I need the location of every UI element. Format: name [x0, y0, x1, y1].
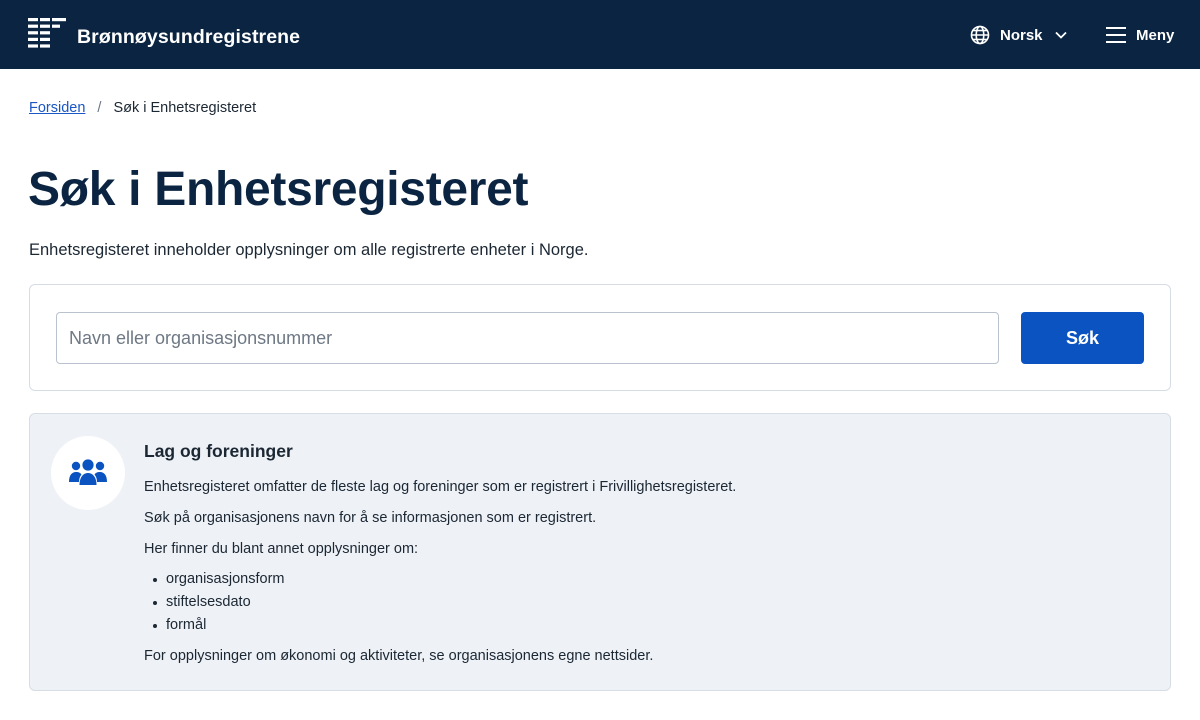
list-item: stiftelsesdato [144, 591, 1144, 614]
hamburger-icon [1106, 27, 1126, 43]
info-content: Lag og foreninger Enhetsregisteret omfat… [144, 441, 1144, 679]
search-input[interactable] [56, 312, 999, 364]
users-icon [69, 459, 107, 485]
breadcrumb-home-link[interactable]: Forsiden [29, 100, 85, 116]
list-item: formål [144, 614, 1144, 637]
info-title: Lag og foreninger [144, 441, 293, 461]
breadcrumb-current: Søk i Enhetsregisteret [113, 100, 257, 116]
logo-icon [28, 18, 66, 48]
chevron-down-icon [1054, 31, 1067, 39]
brand-link[interactable]: Brønnøysundregistrene [28, 17, 300, 49]
breadcrumb: Forsiden / Søk i Enhetsregisteret [29, 100, 256, 116]
info-paragraph: Her finner du blant annet opplysninger o… [144, 541, 419, 557]
list-item: organisasjonsform [144, 568, 1144, 591]
menu-label: Meny [1136, 26, 1175, 44]
globe-icon [970, 25, 990, 45]
info-icon-badge [51, 436, 125, 510]
info-list: organisasjonsform stiftelsesdato formål [144, 568, 1144, 637]
info-paragraph: Enhetsregisteret omfatter de fleste lag … [144, 479, 737, 495]
breadcrumb-separator: / [97, 100, 102, 116]
search-button[interactable]: Søk [1021, 312, 1144, 364]
brand-name: Brønnøysundregistrene [77, 26, 301, 48]
page-lead: Enhetsregisteret inneholder opplysninger… [29, 241, 589, 259]
menu-button[interactable]: Meny [1106, 24, 1174, 46]
info-panel: Lag og foreninger Enhetsregisteret omfat… [29, 413, 1171, 691]
language-label: Norsk [1000, 26, 1043, 44]
page-title: Søk i Enhetsregisteret [28, 163, 529, 216]
site-header: Brønnøysundregistrene Norsk Meny [0, 0, 1200, 69]
info-paragraph: Søk på organisasjonens navn for å se inf… [144, 510, 597, 526]
search-card: Søk [29, 284, 1171, 391]
language-selector[interactable]: Norsk [970, 24, 1067, 46]
info-footer-text: For opplysninger om økonomi og aktivitet… [144, 648, 654, 664]
